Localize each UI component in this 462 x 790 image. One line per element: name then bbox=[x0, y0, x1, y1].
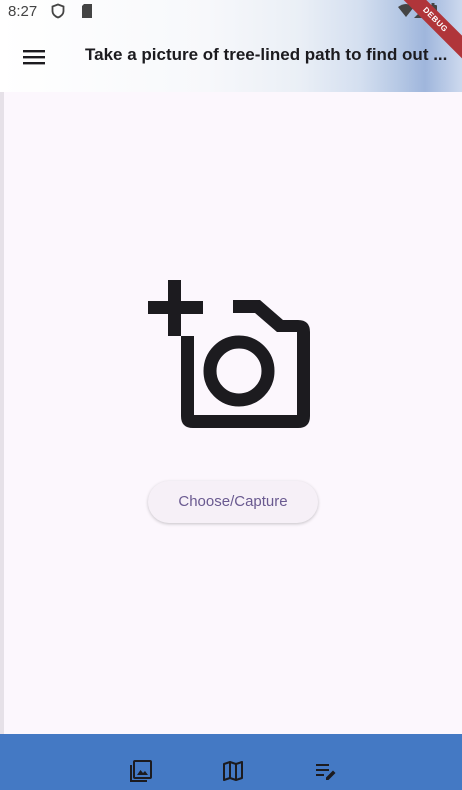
bottom-nav bbox=[0, 734, 462, 790]
status-time: 8:27 bbox=[8, 3, 38, 20]
app-bar: 8:27 Take a picture of tree-lined path t… bbox=[0, 0, 462, 92]
shield-icon bbox=[51, 3, 65, 19]
nav-item-edit-note[interactable] bbox=[313, 758, 339, 784]
sd-card-icon bbox=[82, 4, 92, 18]
left-edge bbox=[0, 0, 4, 790]
add-a-photo-icon[interactable] bbox=[148, 280, 312, 430]
page-title: Take a picture of tree-lined path to fin… bbox=[85, 45, 448, 64]
map-icon bbox=[223, 761, 243, 781]
edit-note-icon bbox=[316, 764, 336, 780]
photo-library-icon bbox=[130, 760, 152, 782]
status-bar: 8:27 bbox=[0, 0, 462, 24]
nav-item-photo-library[interactable] bbox=[128, 758, 154, 784]
choose-capture-button[interactable]: Choose/Capture bbox=[148, 481, 318, 523]
menu-button[interactable] bbox=[14, 40, 54, 74]
menu-icon bbox=[23, 50, 45, 65]
nav-item-map[interactable] bbox=[220, 758, 246, 784]
